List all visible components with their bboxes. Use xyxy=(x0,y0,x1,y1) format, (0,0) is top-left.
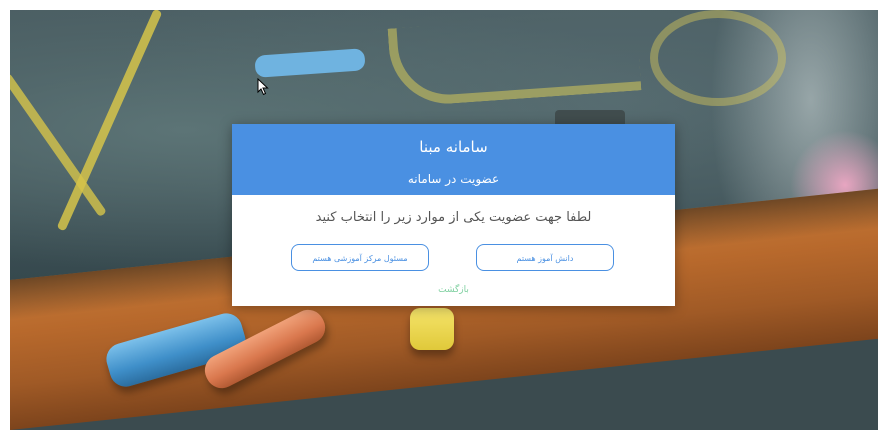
student-button[interactable]: دانش آموز هستم xyxy=(476,244,614,271)
back-link[interactable]: بازگشت xyxy=(232,285,675,295)
center-manager-button[interactable]: مسئول مرکز آموزشی هستم xyxy=(291,244,429,271)
mouse-pointer-icon xyxy=(257,78,269,96)
chalk-yellow xyxy=(410,308,454,350)
modal-title: سامانه مبنا xyxy=(419,138,488,156)
choice-buttons: دانش آموز هستم مسئول مرکز آموزشی هستم xyxy=(232,244,675,274)
modal-header: سامانه مبنا عضویت در سامانه xyxy=(232,124,675,195)
chalk-stroke xyxy=(650,10,786,106)
membership-modal: سامانه مبنا عضویت در سامانه لطفا جهت عضو… xyxy=(232,124,675,306)
modal-subtitle: عضویت در سامانه xyxy=(407,172,500,186)
instruction-text: لطفا جهت عضویت یکی از موارد زیر را انتخا… xyxy=(315,210,592,225)
modal-body: لطفا جهت عضویت یکی از موارد زیر را انتخا… xyxy=(232,195,675,227)
